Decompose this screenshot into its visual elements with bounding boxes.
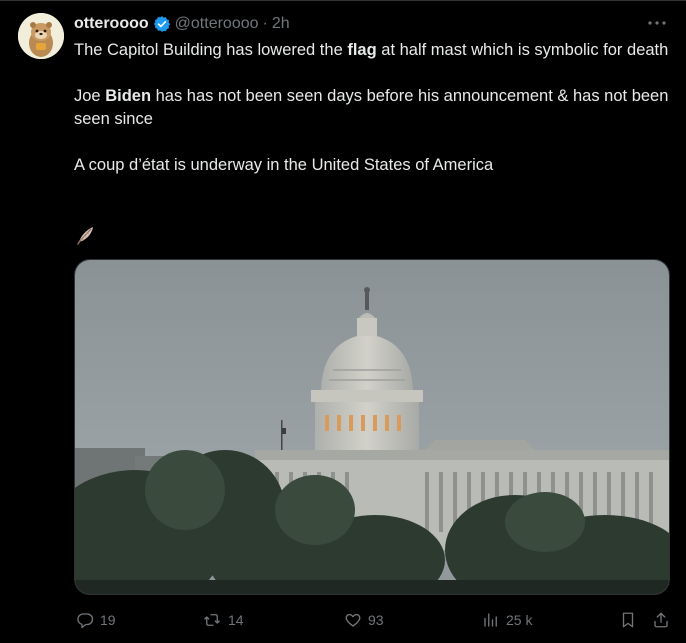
bookmark-button[interactable] bbox=[619, 609, 643, 631]
view-count: 25 k bbox=[506, 612, 533, 628]
tweet-text-segment: Joe bbox=[74, 87, 106, 105]
tweet-actions: 19 14 93 25 k bbox=[74, 609, 670, 631]
tweet-text-segment: at half mast which is symbolic for death bbox=[376, 41, 669, 59]
tweet-text-segment: A coup d’état is underway in the United … bbox=[74, 156, 494, 174]
retweet-count: 14 bbox=[228, 612, 244, 628]
tweet-timestamp[interactable]: 2h bbox=[272, 15, 290, 33]
reply-button[interactable]: 19 bbox=[76, 609, 116, 631]
retweet-button[interactable]: 14 bbox=[202, 609, 244, 631]
tweet[interactable]: otteroooo @otteroooo · 2h The Capitol Bu… bbox=[0, 0, 686, 643]
tweet-paragraph: Joe Biden has has not been seen days bef… bbox=[74, 85, 674, 131]
tweet-header: otteroooo @otteroooo · 2h bbox=[74, 14, 290, 34]
share-button[interactable] bbox=[652, 609, 676, 631]
otter-avatar-icon bbox=[18, 13, 64, 59]
tweet-text: The Capitol Building has lowered the fla… bbox=[74, 39, 674, 177]
tweet-paragraph: The Capitol Building has lowered the fla… bbox=[74, 39, 674, 62]
reply-count: 19 bbox=[100, 612, 116, 628]
reply-icon bbox=[77, 613, 94, 629]
heart-icon bbox=[345, 613, 361, 627]
capitol-building-photo[interactable] bbox=[74, 259, 670, 595]
verified-badge-icon[interactable] bbox=[153, 15, 171, 33]
tweet-text-segment: has has not been seen days before his an… bbox=[74, 87, 669, 128]
author-handle[interactable]: @otteroooo bbox=[175, 15, 259, 33]
avatar[interactable] bbox=[18, 13, 64, 59]
share-icon bbox=[654, 612, 668, 628]
author-display-name[interactable]: otteroooo bbox=[74, 15, 149, 33]
feather-emoji bbox=[74, 223, 98, 247]
views-icon bbox=[484, 613, 497, 627]
like-count: 93 bbox=[368, 612, 384, 628]
more-icon[interactable] bbox=[646, 15, 668, 31]
views-button[interactable]: 25 k bbox=[482, 609, 532, 631]
retweet-icon bbox=[204, 614, 220, 626]
tweet-paragraph: A coup d’état is underway in the United … bbox=[74, 154, 674, 177]
highlighted-term: flag bbox=[347, 41, 377, 59]
tweet-text-segment: The Capitol Building has lowered the bbox=[74, 41, 348, 59]
highlighted-term: Biden bbox=[105, 87, 152, 105]
bookmark-icon bbox=[622, 612, 634, 628]
like-button[interactable]: 93 bbox=[344, 609, 384, 631]
header-separator: · bbox=[262, 15, 268, 32]
